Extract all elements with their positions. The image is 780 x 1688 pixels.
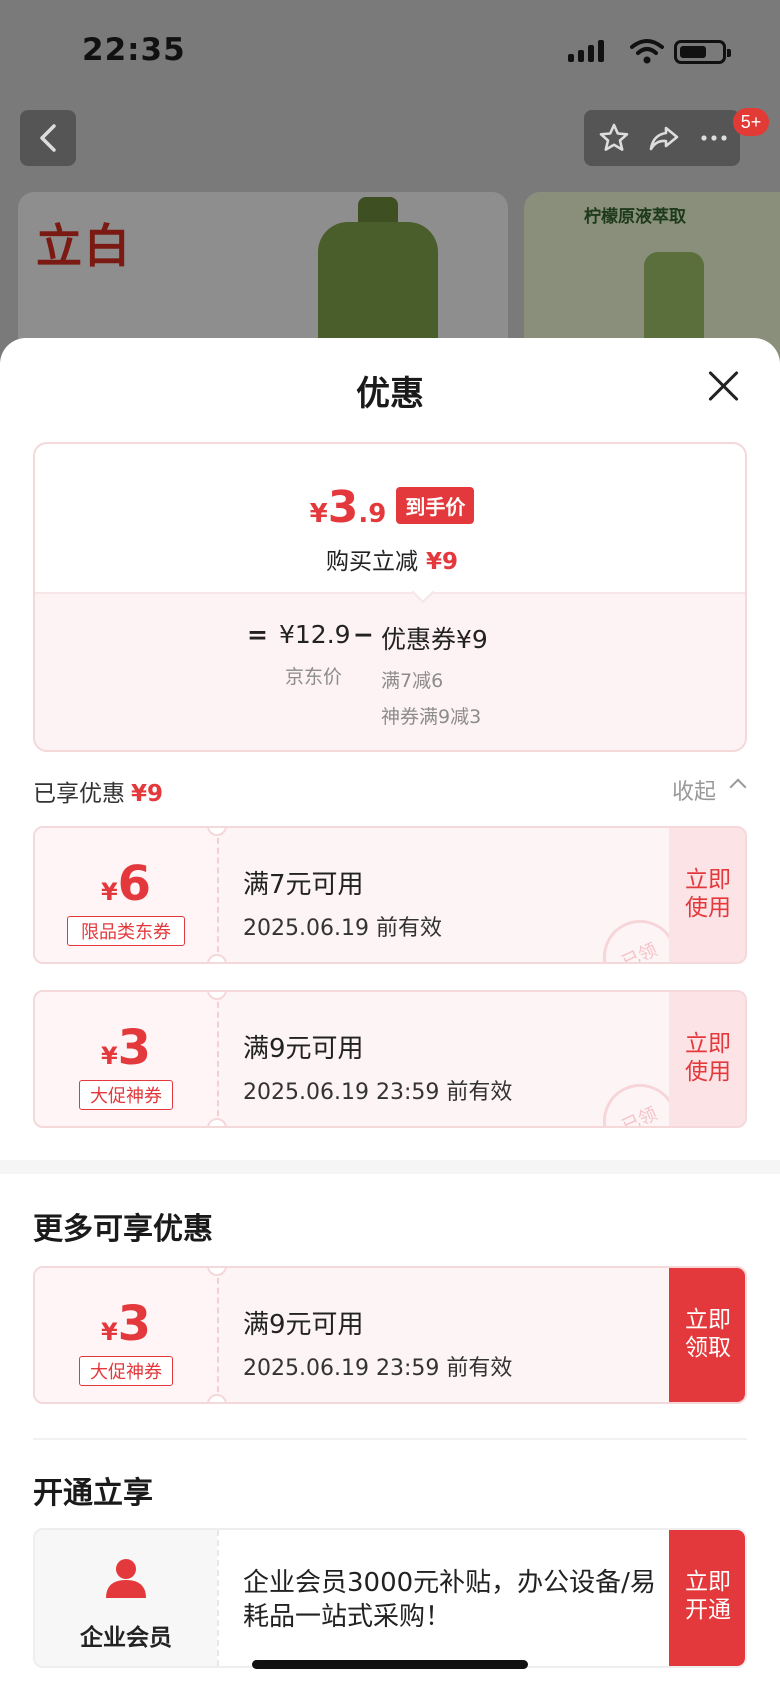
- use-now-label: 立即 使用: [685, 1031, 731, 1085]
- coupon-validity: 2025.06.19 23:59 前有效: [243, 1356, 513, 1381]
- coupon-notch-bottom: [207, 1394, 227, 1402]
- member-card: 企业会员 企业会员3000元补贴，办公设备/易耗品一站式采购！ 立即 开通: [33, 1528, 747, 1668]
- formula-minus: −: [353, 620, 374, 649]
- divider: [33, 1438, 747, 1440]
- coupon-value: 3: [117, 1296, 152, 1352]
- status-time: 22:35: [82, 32, 186, 68]
- jd-price-label: 京东价: [285, 666, 343, 688]
- person-icon: [106, 1559, 146, 1598]
- instant-cut-label: 购买立减: [325, 549, 418, 575]
- member-label: 企业会员: [80, 1625, 172, 1651]
- open-now-button[interactable]: 立即 开通: [669, 1530, 745, 1666]
- coupon-total: 优惠券¥9: [381, 625, 488, 654]
- enjoyed-amount: ¥9: [131, 781, 164, 807]
- coupon-card: ¥3 大促神券 满9元可用 2025.06.19 23:59 前有效 已领 立即…: [33, 990, 747, 1128]
- open-now-label: 立即 开通: [685, 1569, 731, 1623]
- enjoyed-label: 已享优惠: [33, 781, 125, 807]
- coupon-detail-1: 满7减6: [381, 670, 444, 692]
- formula-equals: =: [247, 620, 268, 649]
- top-action-group: [584, 110, 740, 166]
- section-separator: [0, 1160, 780, 1174]
- coupon-perforation: [217, 828, 219, 962]
- discount-sheet: 优惠 ¥3.9 到手价 购买立减 ¥9 = ¥12.9 − 优惠券¥9 京东价 满7…: [0, 338, 780, 1688]
- more-discounts-title: 更多可享优惠: [33, 1212, 213, 1247]
- coupon-perforation: [217, 992, 219, 1126]
- coupon-validity: 2025.06.19 前有效: [243, 916, 442, 941]
- product-logo: 立白: [36, 219, 132, 273]
- coupon-condition: 满7元可用: [243, 870, 364, 900]
- coupon-amount: ¥3: [35, 1020, 217, 1076]
- coupon-perforation: [217, 1268, 219, 1402]
- price-symbol: ¥: [309, 499, 328, 529]
- coupon-notch-bottom: [207, 954, 227, 962]
- back-icon: [40, 124, 56, 152]
- coupon-validity: 2025.06.19 23:59 前有效: [243, 1080, 513, 1105]
- sheet-title: 优惠: [356, 374, 424, 414]
- status-bar: 22:35: [0, 0, 780, 100]
- back-button[interactable]: [20, 110, 76, 166]
- product-side-label: 柠檬原液萃取: [584, 207, 686, 227]
- claim-now-button[interactable]: 立即 领取: [669, 1268, 745, 1402]
- open-benefits-title: 开通立享: [33, 1476, 153, 1511]
- member-perforation: [217, 1530, 219, 1666]
- coupon-notch-bottom: [207, 1118, 227, 1126]
- notification-badge: 5+: [733, 108, 769, 136]
- use-now-label: 立即 使用: [685, 867, 731, 921]
- coupon-condition: 满9元可用: [243, 1310, 364, 1340]
- use-now-button[interactable]: 立即 使用: [669, 828, 745, 962]
- divider: [35, 592, 745, 594]
- coupon-amount: ¥6: [35, 856, 217, 912]
- coupon-value: 6: [117, 856, 152, 912]
- coupon-type: 大促神券: [79, 1080, 173, 1110]
- price-decimal: .9: [358, 499, 387, 529]
- enjoyed-discount: 已享优惠 ¥9: [33, 774, 163, 808]
- coupon-card: ¥3 大促神券 满9元可用 2025.06.19 23:59 前有效 立即 领取: [33, 1266, 747, 1404]
- coupon-symbol: ¥: [100, 1042, 118, 1070]
- coupon-value: 3: [117, 1020, 152, 1076]
- collapse-button[interactable]: 收起: [672, 774, 716, 806]
- coupon-amount: ¥3: [35, 1296, 217, 1352]
- claim-now-label: 立即 领取: [685, 1307, 731, 1361]
- divider-notch: [411, 580, 435, 604]
- jd-price: ¥12.9: [279, 620, 351, 649]
- coupon-type: 大促神券: [79, 1356, 173, 1386]
- final-price-tag: 到手价: [396, 487, 475, 524]
- share-icon[interactable]: [648, 122, 680, 154]
- more-icon[interactable]: [698, 122, 730, 154]
- coupon-condition: 满9元可用: [243, 1034, 364, 1064]
- star-icon[interactable]: [598, 122, 630, 154]
- price-summary: ¥3.9 到手价 购买立减 ¥9 = ¥12.9 − 优惠券¥9 京东价 满7减6 …: [33, 442, 747, 752]
- product-page-backdrop: 22:35 5+ 立白 柠檬原液萃取: [0, 0, 780, 372]
- battery-icon: [674, 40, 731, 64]
- coupon-detail-2: 神券满9减3: [381, 706, 482, 728]
- instant-cut: 购买立减 ¥9: [35, 542, 745, 576]
- coupon-card: ¥6 限品类东券 满7元可用 2025.06.19 前有效 已领 立即 使用: [33, 826, 747, 964]
- member-description: 企业会员3000元补贴，办公设备/易耗品一站式采购！: [243, 1568, 656, 1632]
- use-now-button[interactable]: 立即 使用: [669, 992, 745, 1126]
- coupon-symbol: ¥: [100, 1318, 118, 1346]
- instant-cut-amount: ¥9: [425, 549, 458, 575]
- close-icon[interactable]: [706, 368, 742, 404]
- coupon-symbol: ¥: [100, 878, 118, 906]
- chevron-up-icon[interactable]: [729, 778, 747, 796]
- coupon-type: 限品类东券: [67, 916, 185, 946]
- wifi-icon: [630, 39, 664, 64]
- price-integer: 3: [327, 482, 359, 533]
- final-price: ¥3.9 到手价: [35, 482, 745, 533]
- home-indicator: [252, 1660, 528, 1669]
